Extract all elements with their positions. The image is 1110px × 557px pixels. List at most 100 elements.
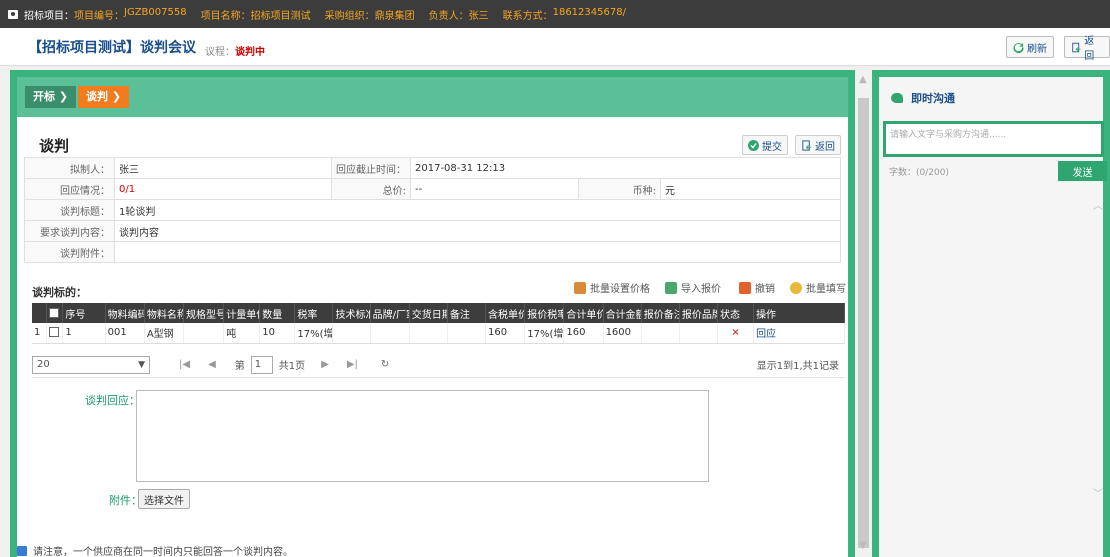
back-doc-icon bbox=[802, 139, 812, 151]
project-icon bbox=[8, 9, 18, 19]
back-label: 返回 bbox=[1084, 36, 1095, 62]
reply-textarea[interactable] bbox=[136, 390, 709, 482]
col-header: 操作 bbox=[753, 303, 845, 323]
cell-unit-price: 160 bbox=[485, 323, 526, 344]
refresh-label: 刷新 bbox=[1027, 43, 1047, 55]
cell-total-unit: 160 bbox=[563, 323, 604, 344]
page-size-select[interactable]: 20 ▼ bbox=[32, 355, 150, 374]
cell-status: × bbox=[717, 323, 755, 344]
select-all-checkbox[interactable] bbox=[46, 303, 64, 323]
col-header: 技术标准 bbox=[332, 303, 371, 323]
response-value: 0/1 bbox=[114, 178, 332, 200]
page-title: 【招标项目测试】谈判会议 bbox=[28, 40, 196, 56]
revoke-button[interactable]: 撤销 bbox=[739, 280, 775, 295]
contact-value: 18612345678/ bbox=[552, 6, 626, 18]
scroll-down-icon[interactable]: ▼ bbox=[859, 540, 867, 551]
table-row[interactable]: 1 1 001 A型钢 吨 10 17%(增 160 17%(增 160 160… bbox=[32, 323, 845, 344]
org-name: 鼎泉集团 bbox=[374, 10, 415, 22]
notice: 请注意，一个供应商在同一时间内只能回答一个谈判内容。 bbox=[17, 543, 293, 557]
revoke-label: 撤销 bbox=[755, 284, 775, 295]
owner-label: 负责人： bbox=[428, 10, 469, 22]
batch-price-button[interactable]: 批量设置价格 bbox=[574, 280, 650, 295]
cell-delivery-date bbox=[409, 323, 448, 344]
refresh-button[interactable]: 刷新 bbox=[1006, 36, 1054, 58]
currency-label: 币种: bbox=[578, 178, 661, 200]
import-quote-button[interactable]: 导入报价 bbox=[665, 280, 721, 295]
page-input[interactable]: 1 bbox=[250, 355, 273, 374]
items-title: 谈判标的： bbox=[32, 286, 87, 299]
cell-remark bbox=[447, 323, 487, 344]
items-grid: 序号 物料编码 物料名称 规格型号 计量单位 数量 税率 技术标准 品牌/厂家 … bbox=[32, 303, 845, 344]
scrollbar-thumb[interactable] bbox=[858, 98, 869, 548]
col-header: 物料名称 bbox=[144, 303, 185, 323]
chat-input[interactable]: 请输入文字与采购方沟通...... bbox=[883, 121, 1104, 157]
batch-price-label: 批量设置价格 bbox=[590, 284, 650, 295]
cell-tech-standard bbox=[332, 323, 371, 344]
back-doc-icon bbox=[1072, 42, 1081, 52]
topic-label: 谈判标题： bbox=[24, 199, 115, 221]
project-name-label: 项目名称： bbox=[200, 10, 251, 22]
prev-page-icon[interactable]: ◀ bbox=[208, 359, 216, 370]
col-header: 报价备注 bbox=[641, 303, 680, 323]
topic-value: 1轮谈判 bbox=[114, 199, 841, 221]
total-value: -- bbox=[410, 178, 579, 200]
first-page-icon[interactable]: |◀ bbox=[179, 359, 190, 370]
row-checkbox[interactable] bbox=[46, 323, 64, 344]
choose-file-button[interactable]: 选择文件 bbox=[138, 489, 190, 509]
drafter-label: 拟制人： bbox=[24, 157, 115, 179]
step-negotiation[interactable]: 谈判 ❯ bbox=[78, 86, 130, 108]
last-page-icon[interactable]: ▶| bbox=[347, 359, 358, 370]
notice-text: 请注意，一个供应商在同一时间内只能回答一个谈判内容。 bbox=[33, 547, 293, 557]
content-label: 要求谈判内容： bbox=[24, 220, 115, 242]
submit-label: 提交 bbox=[762, 141, 782, 153]
col-header: 计量单位 bbox=[223, 303, 261, 323]
response-label: 回应情况： bbox=[24, 178, 115, 200]
pager: 20 ▼ |◀ ◀ 第 1 共1页 ▶ ▶| ↻ 显示1到1,共1记录 bbox=[32, 352, 845, 378]
checkbox[interactable] bbox=[48, 307, 59, 318]
cell-seq: 1 bbox=[62, 323, 106, 344]
chat-title: 即时沟通 bbox=[891, 90, 955, 106]
section-back-button[interactable]: 返回 bbox=[795, 135, 841, 155]
chat-title-text: 即时沟通 bbox=[911, 92, 955, 105]
col-header: 交货日期 bbox=[409, 303, 448, 323]
back-button[interactable]: 返回 bbox=[1064, 36, 1110, 62]
send-button[interactable]: 发送 bbox=[1058, 161, 1107, 181]
col-header: 规格型号 bbox=[183, 303, 225, 323]
batch-fill-button[interactable]: 批量填写 bbox=[790, 280, 846, 295]
submit-button[interactable]: 提交 bbox=[742, 135, 788, 155]
attachment-label: 谈判附件： bbox=[24, 241, 115, 263]
negotiation-info-table: 拟制人： 张三 回应截止时间： 2017-08-31 12:13 回应情况： 0… bbox=[24, 157, 841, 263]
content-value: 谈判内容 bbox=[114, 220, 841, 242]
step-open-bid[interactable]: 开标 ❯ bbox=[25, 86, 77, 108]
revoke-icon bbox=[739, 281, 751, 294]
contact-label: 联系方式： bbox=[502, 10, 553, 22]
main-scrollbar[interactable]: ▲ ▼ bbox=[857, 70, 870, 557]
chat-panel: 即时沟通 请输入文字与采购方沟通...... 字数：(0/200) 发送 ︿ ﹀ bbox=[872, 70, 1110, 557]
col-header: 合计金额 bbox=[603, 303, 642, 323]
chevron-down-icon[interactable]: ﹀ bbox=[1093, 485, 1103, 500]
col-header: 备注 bbox=[447, 303, 487, 323]
col-header: 报价品牌 bbox=[679, 303, 718, 323]
chat-char-count: 字数：(0/200) bbox=[889, 168, 949, 178]
project-no-label: 项目编号： bbox=[74, 10, 124, 22]
pager-summary: 显示1到1,共1记录 bbox=[756, 361, 839, 372]
scroll-up-icon[interactable]: ▲ bbox=[859, 74, 867, 85]
info-icon bbox=[17, 545, 27, 556]
respond-link[interactable]: 回应 bbox=[753, 323, 845, 344]
cell-material-name: A型钢 bbox=[144, 323, 185, 344]
cell-total-amount: 1600 bbox=[603, 323, 642, 344]
col-header: 序号 bbox=[62, 303, 106, 323]
checkbox[interactable] bbox=[48, 327, 59, 338]
chevron-up-icon[interactable]: ︿ bbox=[1093, 197, 1103, 212]
cell-brand bbox=[370, 323, 410, 344]
col-header: 状态 bbox=[717, 303, 755, 323]
main-panel: 开标 ❯ 谈判 ❯ 谈判 提交 返回 拟制人： 张三 回应截止时间： 2017-… bbox=[10, 70, 855, 557]
deadline-label: 回应截止时间： bbox=[331, 157, 411, 179]
project-name: 招标项目测试 bbox=[250, 10, 311, 22]
project-no: JGZB007558 bbox=[124, 6, 187, 18]
col-header bbox=[32, 303, 47, 323]
reload-icon[interactable]: ↻ bbox=[381, 359, 389, 370]
next-page-icon[interactable]: ▶ bbox=[321, 359, 329, 370]
currency-value: 元 bbox=[660, 178, 841, 200]
step-bar: 开标 ❯ 谈判 ❯ bbox=[17, 77, 848, 117]
